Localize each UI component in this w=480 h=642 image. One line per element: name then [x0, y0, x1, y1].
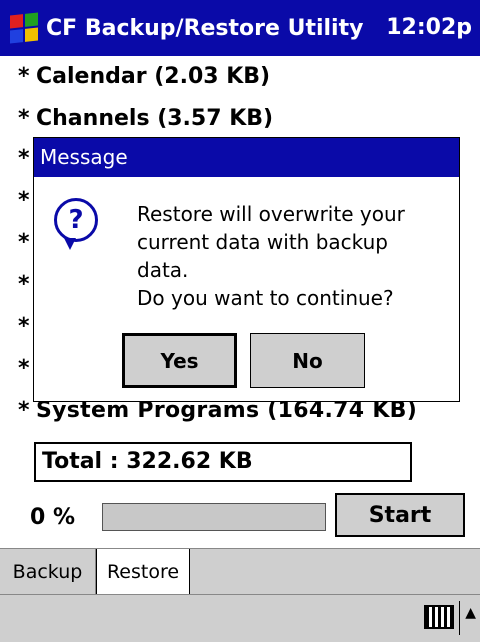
total-value: 322.62 KB	[126, 449, 253, 474]
message-line: Restore will overwrite your	[137, 202, 405, 226]
input-panel-arrow-icon[interactable]: ▲	[465, 605, 476, 621]
no-button[interactable]: No	[250, 333, 365, 388]
item-label: Calendar (2.03 KB)	[36, 64, 271, 89]
clock[interactable]: 12:02p	[386, 0, 472, 56]
keyboard-icon[interactable]	[424, 605, 454, 629]
question-icon-tail	[64, 238, 76, 250]
title-bar: CF Backup/Restore Utility 12:02p	[0, 0, 480, 56]
dialog-message: Restore will overwrite your current data…	[137, 200, 457, 312]
logo-blue	[10, 29, 23, 44]
bullet: *	[18, 64, 30, 89]
tab-strip: Backup Restore	[0, 548, 480, 595]
total-label: Total :	[42, 449, 119, 474]
logo-yellow	[25, 27, 38, 42]
start-button[interactable]: Start	[335, 493, 465, 537]
yes-button[interactable]: Yes	[122, 333, 237, 388]
total-box: Total : 322.62 KB	[34, 442, 412, 482]
question-icon: ?	[54, 198, 98, 242]
list-item-calendar[interactable]: * Calendar (2.03 KB)	[18, 64, 270, 89]
windows-logo-icon[interactable]	[10, 12, 38, 44]
dialog-title: Message	[34, 138, 459, 177]
progress-percent: 0 %	[30, 505, 76, 530]
message-line: data.	[137, 258, 189, 282]
app-title: CF Backup/Restore Utility	[46, 15, 364, 41]
command-bar: ▲	[0, 594, 480, 642]
list-item-channels[interactable]: * Channels (3.57 KB)	[18, 106, 273, 131]
message-line: Do you want to continue?	[137, 286, 394, 310]
message-line: current data with backup	[137, 230, 388, 254]
item-label: Channels (3.57 KB)	[36, 106, 274, 131]
logo-green	[25, 12, 38, 27]
logo-red	[10, 14, 23, 29]
bullet: *	[18, 106, 30, 131]
tab-restore[interactable]: Restore	[96, 549, 190, 595]
progress-bar	[102, 503, 326, 531]
message-dialog: Message ? Restore will overwrite your cu…	[33, 137, 460, 402]
tab-backup[interactable]: Backup	[0, 549, 96, 594]
divider	[459, 601, 460, 635]
